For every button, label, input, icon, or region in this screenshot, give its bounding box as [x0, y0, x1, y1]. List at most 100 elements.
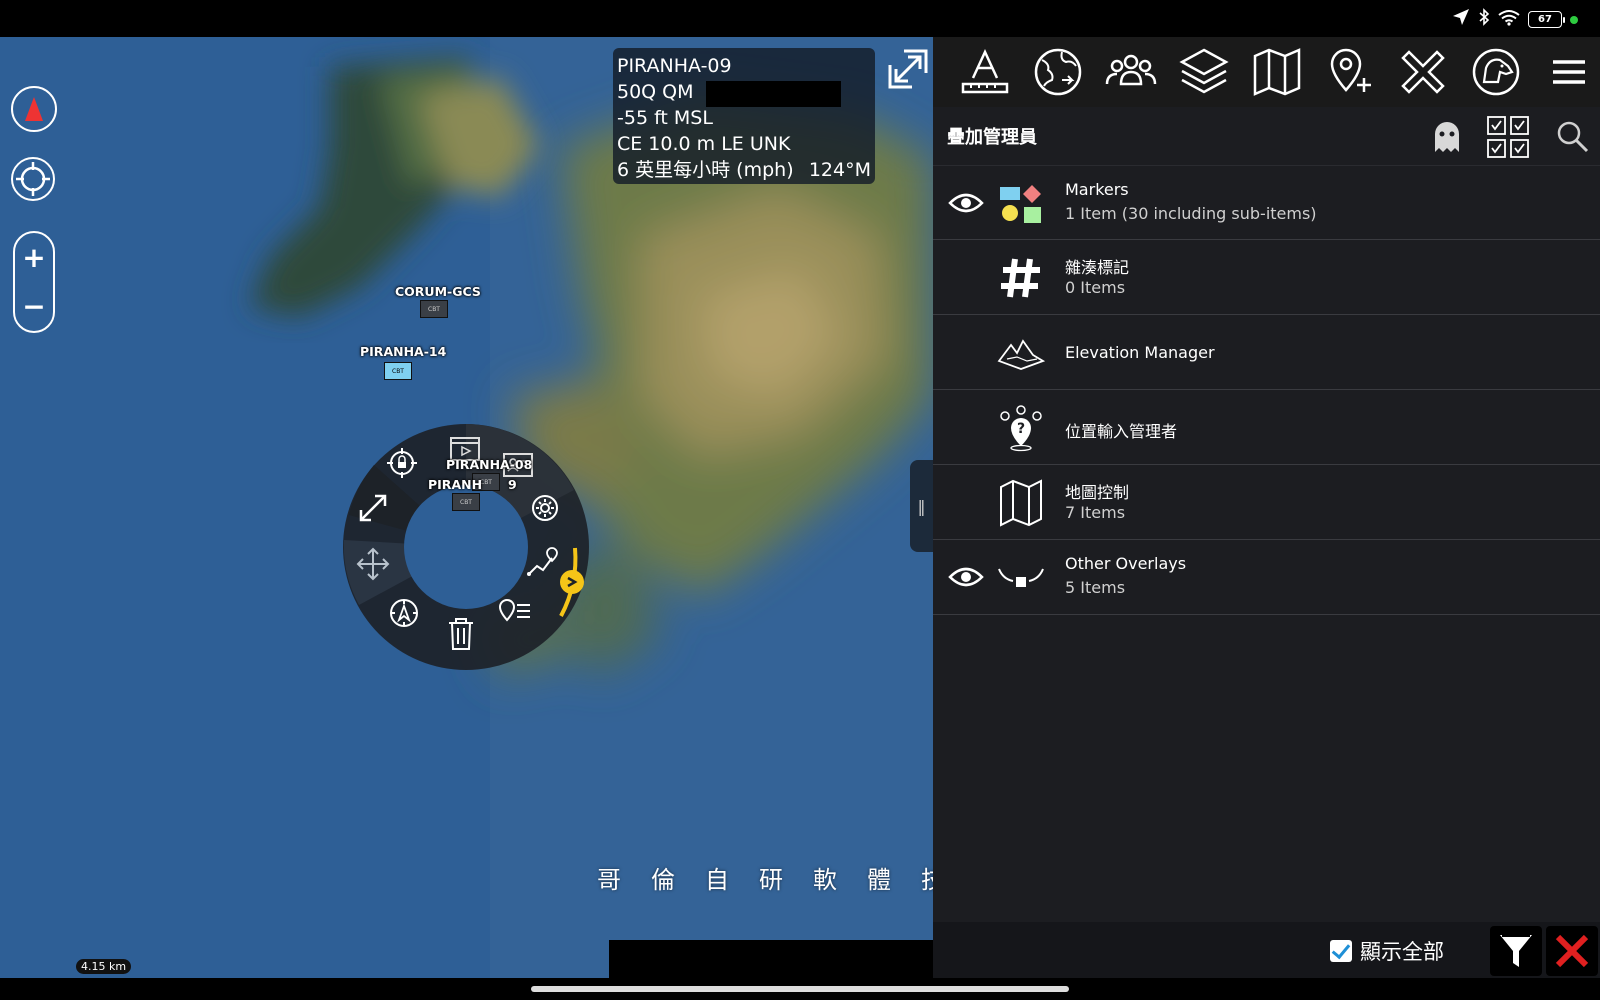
zoom-control: + − [13, 231, 55, 333]
home-indicator[interactable] [531, 986, 1069, 992]
location-arrow-icon [1452, 8, 1470, 31]
pin-list-icon[interactable] [497, 596, 533, 628]
marker-label[interactable]: PIRANH 9 [428, 477, 517, 492]
panel-header: 疊加管理員 [933, 107, 1600, 165]
menu-button[interactable] [1539, 42, 1598, 102]
marker-icon[interactable]: CBT [420, 300, 448, 318]
globe-button[interactable] [1028, 42, 1087, 102]
show-all-toggle[interactable]: 顯示全部 [1330, 936, 1444, 966]
marker-label-part: 9 [508, 477, 517, 492]
item-title: 雜湊標記 [1065, 258, 1130, 277]
search-button[interactable] [1551, 115, 1595, 159]
eye-icon [948, 193, 984, 213]
info-altitude: -55 ft MSL [617, 107, 713, 129]
scale-label: 4.15 km [76, 959, 132, 974]
add-pin-icon [1330, 48, 1371, 92]
north-arrow-icon [25, 97, 43, 121]
elevation-icon [995, 327, 1047, 379]
marker-icon[interactable]: CBT [384, 362, 412, 380]
layers-button[interactable] [1174, 42, 1233, 102]
close-x-icon [1400, 50, 1445, 94]
lock-target-icon[interactable] [385, 446, 419, 480]
marker-label[interactable]: CORUM-GCS [395, 284, 481, 299]
dog-icon [1472, 48, 1519, 96]
info-speed: 6 英里每小時 (mph) [617, 159, 794, 181]
menu-icon [1552, 60, 1585, 84]
svg-text:?: ? [1017, 421, 1025, 437]
marker-label[interactable]: PIRANHA-14 [360, 344, 446, 359]
item-subtitle: 1 Item (30 including sub-items) [1065, 204, 1317, 223]
item-subtitle: 0 Items [1065, 278, 1126, 297]
compass-button[interactable] [11, 86, 57, 132]
info-callsign: PIRANHA-09 [617, 55, 732, 77]
settings-gear-icon[interactable] [529, 492, 561, 524]
eye-icon [948, 567, 984, 587]
marker-label-part: PIRANH [428, 477, 483, 492]
route-icon[interactable] [525, 546, 561, 580]
map-button[interactable] [1247, 42, 1306, 102]
marker-icon[interactable]: CBT [452, 493, 480, 511]
overlay-item-elevation[interactable]: Elevation Manager [933, 315, 1600, 390]
dog-button[interactable] [1466, 42, 1525, 102]
other-overlays-icon [995, 552, 1047, 604]
item-title: Other Overlays [1065, 554, 1187, 573]
overlay-item-map-control[interactable]: 地圖控制 7 Items [933, 465, 1600, 540]
watermark-text: 哥倫自研軟體技術 [597, 866, 933, 894]
filter-button[interactable] [1490, 926, 1542, 976]
move-icon[interactable] [355, 546, 391, 582]
layers-icon [1178, 48, 1229, 94]
visibility-toggle[interactable] [947, 184, 985, 222]
close-tools-button[interactable] [1393, 42, 1452, 102]
expand-icon [888, 49, 928, 89]
multi-select-button[interactable] [1486, 115, 1530, 159]
team-icon [1105, 54, 1156, 86]
map-icon [1253, 48, 1300, 96]
self-info-box[interactable]: PIRANHA-09 50Q QM -55 ft MSL CE 10.0 m L… [613, 48, 875, 184]
zoom-out-button[interactable]: − [22, 291, 45, 322]
item-title: 地圖控制 [1065, 483, 1130, 502]
expand-button[interactable] [883, 44, 933, 94]
overlay-manager-panel: 疊加管理員 Markers 1 Item (30 including sub-i… [933, 107, 1600, 978]
top-toolbar [933, 37, 1600, 107]
wifi-icon [1498, 9, 1520, 31]
team-button[interactable] [1101, 42, 1160, 102]
ruler-icon [961, 49, 1008, 94]
overlay-item-position-input[interactable]: ? 位置輸入管理者 [933, 390, 1600, 465]
globe-icon [1034, 48, 1081, 96]
overlay-item-markers[interactable]: Markers 1 Item (30 including sub-items) [933, 165, 1600, 240]
panel-resize-handle[interactable]: ‖ [910, 460, 933, 552]
position-input-icon: ? [995, 402, 1047, 454]
zoom-in-button[interactable]: + [22, 242, 45, 273]
trash-icon[interactable] [445, 616, 477, 652]
info-error: CE 10.0 m LE UNK [617, 133, 791, 155]
item-subtitle: 5 Items [1065, 578, 1126, 597]
map-control-icon [995, 477, 1047, 529]
bluetooth-icon [1478, 8, 1490, 31]
battery-icon: 67 [1528, 11, 1565, 28]
resize-arrow-icon[interactable] [355, 490, 391, 526]
hash-icon [995, 252, 1047, 304]
ruler-button[interactable] [955, 42, 1014, 102]
panel-title: 疊加管理員 [947, 127, 1037, 148]
visibility-toggle[interactable] [947, 558, 985, 596]
close-red-icon [1555, 934, 1589, 968]
ghost-button[interactable] [1425, 115, 1469, 159]
show-all-label: 顯示全部 [1360, 940, 1444, 964]
add-pin-button[interactable] [1320, 42, 1379, 102]
locate-button[interactable] [11, 157, 55, 201]
overlay-item-other-overlays[interactable]: Other Overlays 5 Items [933, 540, 1600, 615]
nav-compass-icon[interactable] [387, 596, 421, 630]
show-all-checkbox[interactable] [1330, 940, 1352, 962]
filter-icon [1500, 934, 1532, 967]
ghost-icon [1435, 122, 1459, 152]
checklist-grid-icon [1487, 116, 1529, 158]
marker-label[interactable]: PIRANHA-08 [446, 457, 532, 472]
info-heading: 124°M [808, 159, 871, 181]
recording-indicator [1570, 15, 1578, 24]
crosshair-icon [16, 162, 50, 196]
status-icons: 67 [1452, 8, 1578, 31]
overlay-item-hash-markers[interactable]: 雜湊標記 0 Items [933, 240, 1600, 315]
item-title: Markers [1065, 180, 1129, 199]
status-bar: 67 [0, 0, 1600, 37]
close-panel-button[interactable] [1546, 926, 1598, 976]
